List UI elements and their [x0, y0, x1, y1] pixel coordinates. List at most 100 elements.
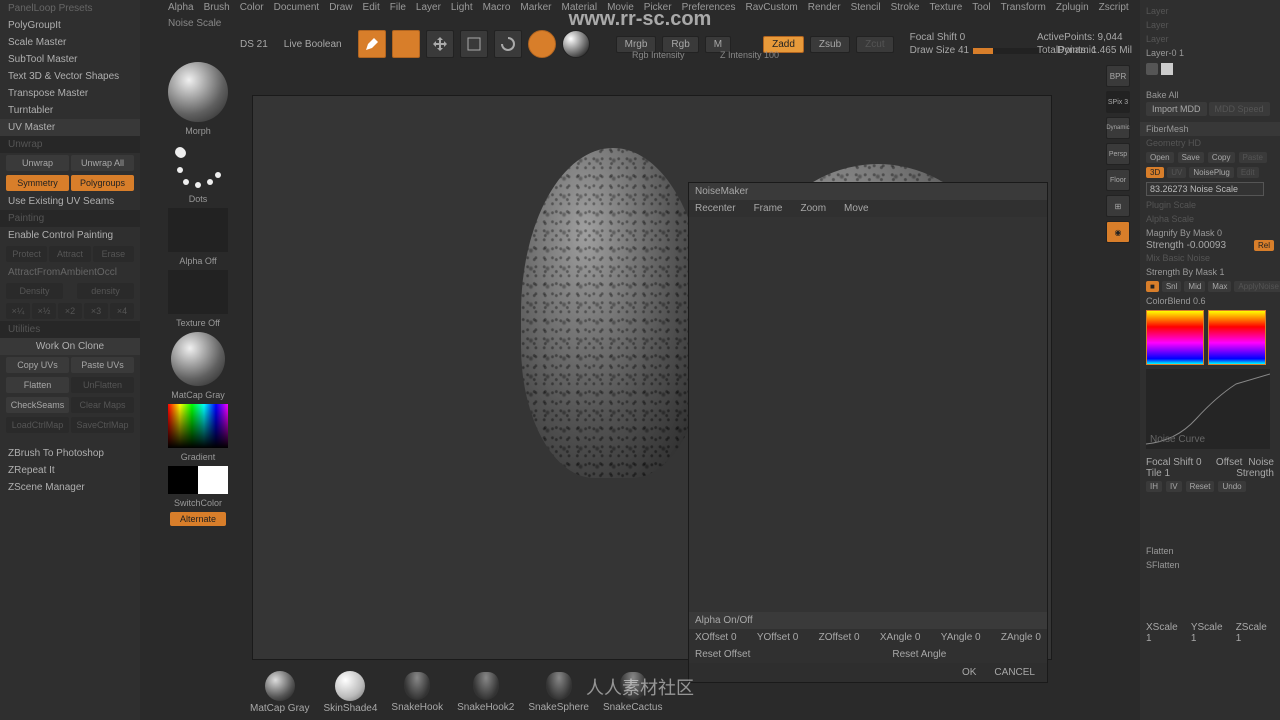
density2-button[interactable]: density: [77, 283, 134, 299]
nm-recenter[interactable]: Recenter: [695, 203, 736, 214]
plugin-uvmaster[interactable]: UV Master: [0, 119, 140, 136]
menu-light[interactable]: Light: [451, 2, 473, 13]
layer-4[interactable]: Layer-0 1: [1140, 46, 1280, 60]
menu-transform[interactable]: Transform: [1001, 2, 1046, 13]
nm-ok-button[interactable]: OK: [962, 667, 976, 678]
shelf-snakesphere[interactable]: SnakeSphere: [528, 672, 589, 713]
menu-texture[interactable]: Texture: [929, 2, 962, 13]
fibermesh-section[interactable]: FiberMesh: [1140, 122, 1280, 136]
nm-cancel-button[interactable]: CANCEL: [994, 667, 1035, 678]
menu-edit[interactable]: Edit: [363, 2, 380, 13]
menu-preferences[interactable]: Preferences: [682, 2, 736, 13]
zsub-button[interactable]: Zsub: [810, 36, 850, 53]
zcut-button[interactable]: Zcut: [856, 36, 893, 53]
noiseplug-button[interactable]: NoisePlug: [1189, 167, 1233, 178]
symmetry-button[interactable]: Symmetry: [6, 175, 69, 191]
open-button[interactable]: Open: [1146, 152, 1174, 163]
dynamic-button[interactable]: Dynamic: [1106, 117, 1130, 139]
menu-tool[interactable]: Tool: [972, 2, 990, 13]
menu-alpha[interactable]: Alpha: [168, 2, 194, 13]
flatten-button[interactable]: Flatten: [6, 377, 69, 393]
live-boolean-toggle[interactable]: Live Boolean: [284, 39, 342, 50]
plugin-turntabler[interactable]: Turntabler: [0, 102, 140, 119]
nm-zoom[interactable]: Zoom: [800, 203, 826, 214]
rp-sflatten[interactable]: SFlatten: [1140, 558, 1280, 572]
gradient-sphere-icon[interactable]: [562, 30, 590, 58]
zrepeat-it[interactable]: ZRepeat It: [0, 462, 140, 479]
unflatten-button[interactable]: UnFlatten: [71, 377, 134, 393]
spix-button[interactable]: SPix 3: [1106, 91, 1130, 113]
shelf-snakecactus[interactable]: SnakeCactus: [603, 672, 662, 713]
menu-document[interactable]: Document: [274, 2, 320, 13]
plugin-transpose[interactable]: Transpose Master: [0, 85, 140, 102]
plugin-subtoolmaster[interactable]: SubTool Master: [0, 51, 140, 68]
erase-button[interactable]: Erase: [93, 246, 134, 262]
shelf-snakehook[interactable]: SnakeHook: [391, 672, 443, 713]
alpha-scale[interactable]: Alpha Scale: [1140, 212, 1280, 226]
nm-zscale[interactable]: ZScale 1: [1236, 622, 1274, 644]
nm-move[interactable]: Move: [844, 203, 868, 214]
shelf-matcap[interactable]: MatCap Gray: [250, 671, 309, 714]
menu-layer[interactable]: Layer: [416, 2, 441, 13]
menu-brush[interactable]: Brush: [204, 2, 230, 13]
alpha-preview[interactable]: [168, 208, 228, 252]
menu-macro[interactable]: Macro: [483, 2, 511, 13]
layer-3[interactable]: Layer: [1140, 32, 1280, 46]
brush-preview[interactable]: [168, 62, 228, 122]
zbrush-to-photoshop[interactable]: ZBrush To Photoshop: [0, 445, 140, 462]
density-button[interactable]: Density: [6, 283, 63, 299]
checkseams-button[interactable]: CheckSeams: [6, 397, 69, 413]
menu-movie[interactable]: Movie: [607, 2, 634, 13]
work-on-clone[interactable]: Work On Clone: [0, 338, 140, 355]
mhl-button[interactable]: Mid: [1184, 281, 1205, 292]
uv-button[interactable]: UV: [1167, 167, 1186, 178]
dot-icon[interactable]: [1146, 63, 1158, 75]
paste-uvs-button[interactable]: Paste UVs: [71, 357, 134, 373]
3d-button[interactable]: 3D: [1146, 167, 1164, 178]
bpr-button[interactable]: BPR: [1106, 65, 1130, 87]
colorblend[interactable]: ColorBlend 0.6: [1140, 294, 1280, 308]
shelf-snakehook2[interactable]: SnakeHook2: [457, 672, 514, 713]
rp-noise[interactable]: Noise: [1248, 457, 1274, 468]
layer-2[interactable]: Layer: [1140, 18, 1280, 32]
applynoise-button[interactable]: ApplyNoise: [1234, 281, 1280, 292]
switchcolor-label[interactable]: SwitchColor: [174, 498, 222, 508]
zscene-manager[interactable]: ZScene Manager: [0, 479, 140, 496]
snl-button[interactable]: Snl: [1162, 281, 1182, 292]
move-mode-button[interactable]: [426, 30, 454, 58]
menu-picker[interactable]: Picker: [644, 2, 672, 13]
nm-xoffset[interactable]: XOffset 0: [695, 632, 737, 643]
loadctrl-button[interactable]: LoadCtrlMap: [6, 417, 69, 433]
paste-button[interactable]: Paste: [1239, 152, 1267, 163]
protect-button[interactable]: Protect: [6, 246, 47, 262]
side-icon-1[interactable]: ⊞: [1106, 195, 1130, 217]
strength-label[interactable]: Strength -0.00093: [1146, 240, 1226, 251]
texture-preview[interactable]: [168, 270, 228, 314]
rp-focal[interactable]: Focal Shift 0: [1146, 457, 1202, 468]
attract-ambient[interactable]: AttractFromAmbientOccl: [0, 264, 140, 281]
color-picker[interactable]: [168, 404, 228, 448]
attract-button[interactable]: Attract: [49, 246, 90, 262]
unwrap-all-button[interactable]: Unwrap All: [71, 155, 134, 171]
reset-button[interactable]: Reset: [1186, 481, 1215, 492]
draw-mode-button[interactable]: [392, 30, 420, 58]
bake-all-button[interactable]: Bake All: [1140, 88, 1280, 102]
menu-marker[interactable]: Marker: [520, 2, 551, 13]
menu-color[interactable]: Color: [240, 2, 264, 13]
import-mdd-button[interactable]: Import MDD: [1146, 102, 1207, 116]
color-picker-left[interactable]: [1146, 310, 1204, 365]
mfl-button[interactable]: Max: [1208, 281, 1231, 292]
side-icon-2[interactable]: ◉: [1106, 221, 1130, 243]
noise-curve-graph[interactable]: Noise Curve: [1146, 369, 1270, 449]
save-button[interactable]: Save: [1178, 152, 1204, 163]
rp-strength[interactable]: Strength: [1236, 468, 1274, 479]
shelf-skinshade[interactable]: SkinShade4: [323, 671, 377, 714]
nm-alpha-toggle[interactable]: Alpha On/Off: [689, 612, 1047, 629]
noise-scale-input[interactable]: [1146, 182, 1264, 196]
menu-zscript[interactable]: Zscript: [1099, 2, 1129, 13]
persp-button[interactable]: Persp: [1106, 143, 1130, 165]
mdd-speed-button[interactable]: MDD Speed: [1209, 102, 1270, 116]
edit-mode-button[interactable]: [358, 30, 386, 58]
sculpt-sphere-icon[interactable]: [528, 30, 556, 58]
plugin-scalemaster[interactable]: Scale Master: [0, 34, 140, 51]
